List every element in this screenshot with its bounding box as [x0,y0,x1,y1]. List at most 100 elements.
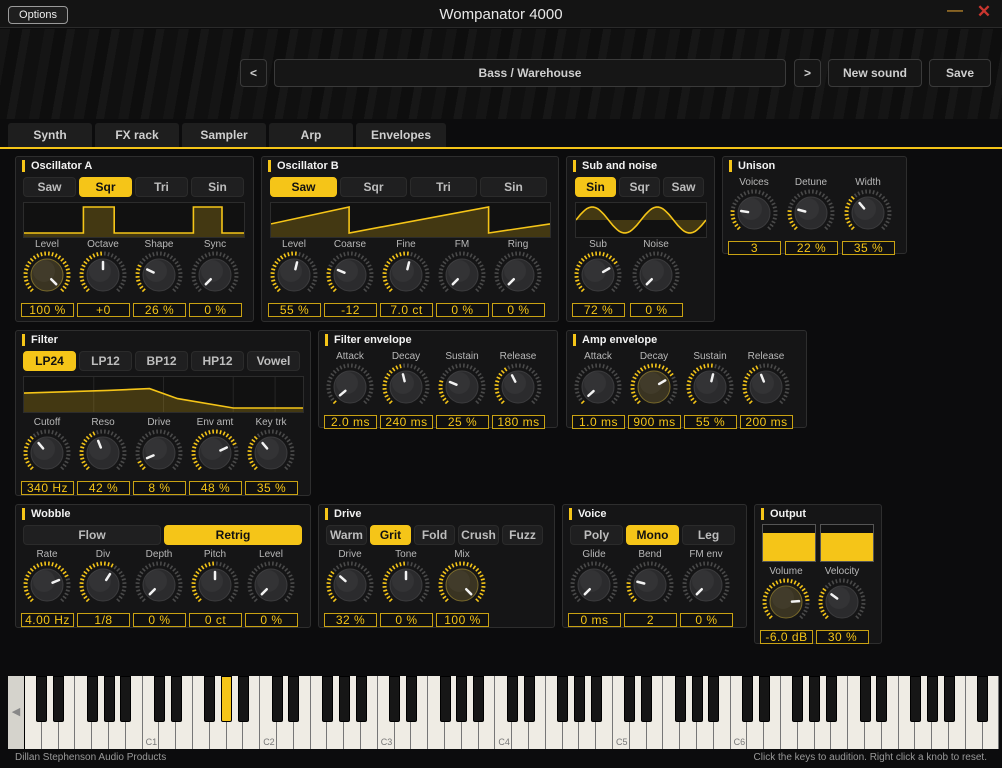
osc-b-coarse-value[interactable]: -12 [324,303,377,317]
voice-fm-env-value[interactable]: 0 % [680,613,733,627]
output-velocity-knob[interactable] [817,577,867,627]
filter-cutoff-knob[interactable] [22,428,72,478]
osc-a-sync-value[interactable]: 0 % [189,303,242,317]
sub-saw-button[interactable]: Saw [663,177,704,197]
drive-tone-value[interactable]: 0 % [380,613,433,627]
filter-key-trk-value[interactable]: 35 % [245,481,298,495]
osc-a-level-knob[interactable] [22,250,72,300]
black-key[interactable] [557,676,569,722]
wobble-level-value[interactable]: 0 % [245,613,298,627]
drive-fuzz-button[interactable]: Fuzz [502,525,543,545]
black-key[interactable] [758,676,770,722]
black-key[interactable] [792,676,804,722]
osc-a-shape-value[interactable]: 26 % [133,303,186,317]
filter-env-release-value[interactable]: 180 ms [492,415,545,429]
wobble-div-value[interactable]: 1/8 [77,613,130,627]
filter-env-sustain-knob[interactable] [437,362,487,412]
voice-glide-value[interactable]: 0 ms [568,613,621,627]
wobble-depth-value[interactable]: 0 % [133,613,186,627]
minimize-icon[interactable]: — [946,2,964,22]
black-key[interactable] [36,676,48,722]
drive-mix-value[interactable]: 100 % [436,613,489,627]
sub-sub-value[interactable]: 72 % [572,303,625,317]
wobble-flow-button[interactable]: Flow [23,525,161,545]
unison-voices-knob[interactable] [729,188,779,238]
osc-b-sqr-button[interactable]: Sqr [340,177,407,197]
drive-drive-knob[interactable] [325,560,375,610]
osc-b-sin-button[interactable]: Sin [480,177,547,197]
drive-warm-button[interactable]: Warm [326,525,367,545]
filter-env-attack-value[interactable]: 2.0 ms [324,415,377,429]
black-key[interactable] [338,676,350,722]
drive-tone-knob[interactable] [381,560,431,610]
black-key[interactable] [909,676,921,722]
unison-detune-value[interactable]: 22 % [785,241,838,255]
next-preset-button[interactable]: > [794,59,821,87]
drive-drive-value[interactable]: 32 % [324,613,377,627]
sub-sqr-button[interactable]: Sqr [619,177,660,197]
black-key[interactable] [204,676,216,722]
filter-reso-knob[interactable] [78,428,128,478]
tab-arp[interactable]: Arp [269,123,353,147]
amp-env-release-knob[interactable] [741,362,791,412]
save-button[interactable]: Save [929,59,991,87]
filter-env-sustain-value[interactable]: 25 % [436,415,489,429]
osc-a-saw-button[interactable]: Saw [23,177,76,197]
output-volume-value[interactable]: -6.0 dB [760,630,813,644]
output-volume-knob[interactable] [761,577,811,627]
filter-lp24-button[interactable]: LP24 [23,351,76,371]
osc-a-sqr-button[interactable]: Sqr [79,177,132,197]
osc-a-tri-button[interactable]: Tri [135,177,188,197]
black-key[interactable] [523,676,535,722]
output-velocity-value[interactable]: 30 % [816,630,869,644]
black-key[interactable] [120,676,132,722]
black-key[interactable] [876,676,888,722]
tab-synth[interactable]: Synth [8,123,92,147]
osc-b-fm-knob[interactable] [437,250,487,300]
osc-b-fm-value[interactable]: 0 % [436,303,489,317]
black-key[interactable] [86,676,98,722]
osc-b-fine-knob[interactable] [381,250,431,300]
voice-glide-knob[interactable] [569,560,619,610]
osc-a-level-value[interactable]: 100 % [21,303,74,317]
osc-b-saw-button[interactable]: Saw [270,177,337,197]
black-key[interactable] [859,676,871,722]
black-key[interactable] [624,676,636,722]
filter-drive-value[interactable]: 8 % [133,481,186,495]
osc-b-ring-value[interactable]: 0 % [492,303,545,317]
black-key[interactable] [170,676,182,722]
osc-b-fine-value[interactable]: 7.0 ct [380,303,433,317]
voice-mono-button[interactable]: Mono [626,525,679,545]
osc-b-tri-button[interactable]: Tri [410,177,477,197]
piano-keyboard[interactable]: ◀ C1 C2 C3 C4 C5 C6 [8,676,1000,749]
amp-env-sustain-knob[interactable] [685,362,735,412]
unison-detune-knob[interactable] [786,188,836,238]
wobble-rate-value[interactable]: 4.00 Hz [21,613,74,627]
wobble-div-knob[interactable] [78,560,128,610]
black-key[interactable] [355,676,367,722]
prev-preset-button[interactable]: < [240,59,267,87]
black-key[interactable] [237,676,249,722]
osc-b-ring-knob[interactable] [493,250,543,300]
black-key[interactable] [473,676,485,722]
wobble-pitch-knob[interactable] [190,560,240,610]
amp-env-decay-knob[interactable] [629,362,679,412]
sub-sub-knob[interactable] [573,250,623,300]
black-key[interactable] [741,676,753,722]
wobble-pitch-value[interactable]: 0 ct [189,613,242,627]
filter-drive-knob[interactable] [134,428,184,478]
drive-mix-knob[interactable] [437,560,487,610]
filter-env-attack-knob[interactable] [325,362,375,412]
amp-env-decay-value[interactable]: 900 ms [628,415,681,429]
wobble-depth-knob[interactable] [134,560,184,610]
voice-leg-button[interactable]: Leg [682,525,735,545]
unison-width-knob[interactable] [843,188,893,238]
tab-sampler[interactable]: Sampler [182,123,266,147]
voice-bend-value[interactable]: 2 [624,613,677,627]
filter-bp12-button[interactable]: BP12 [135,351,188,371]
black-key[interactable] [321,676,333,722]
osc-b-level-knob[interactable] [269,250,319,300]
black-key[interactable] [506,676,518,722]
close-icon[interactable]: ✕ [975,2,993,22]
osc-b-level-value[interactable]: 55 % [268,303,321,317]
